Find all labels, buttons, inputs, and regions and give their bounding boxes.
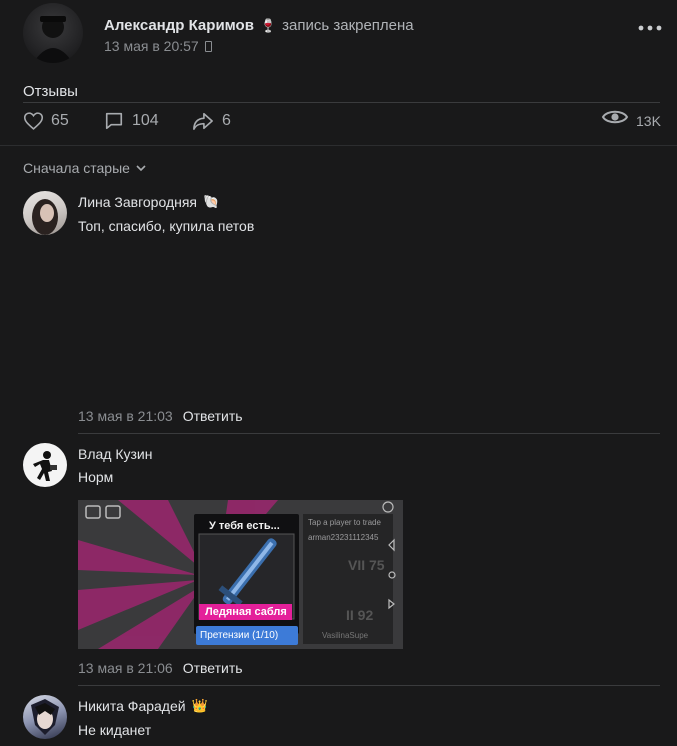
comment-author[interactable]: Влад Кузин (78, 446, 152, 462)
attachment-item-name: Ледяная сабля (205, 606, 287, 618)
reply-button[interactable]: Ответить (183, 660, 243, 676)
post-divider-bottom (0, 145, 677, 146)
comment-divider (78, 685, 660, 686)
comment-author[interactable]: Никита Фарадей (78, 698, 186, 714)
author-emoji: 🐚 (203, 194, 220, 209)
attachment-player2: VasilinaSupe (322, 631, 369, 640)
like-count: 65 (51, 112, 69, 129)
sort-label: Сначала старые (23, 160, 130, 176)
post-text: Отзывы (23, 83, 78, 100)
eye-icon (601, 108, 629, 131)
pinned-label: запись закреплена (282, 17, 414, 34)
comment-text: Не киданет (78, 722, 152, 738)
comment-author[interactable]: Лина Завгородняя (78, 194, 197, 210)
comment-text: Топ, спасибо, купила петов (78, 218, 255, 234)
comment-avatar[interactable] (23, 695, 67, 739)
attachment-player1-level: VII 75 (348, 557, 385, 573)
attachment-player1: arman23231112345 (308, 533, 379, 542)
like-button[interactable]: 65 (23, 110, 69, 132)
more-options-icon[interactable] (637, 20, 663, 31)
comment-date[interactable]: 13 мая в 21:03 (78, 408, 173, 424)
author-emoji: 👑 (191, 698, 208, 713)
sort-dropdown[interactable]: Сначала старые (23, 160, 147, 176)
comment-attachment-image[interactable]: У тебя есть... Ледяная сабля Претензии (… (78, 500, 403, 649)
comment-avatar[interactable] (23, 443, 67, 487)
author-emoji: 🍷 (259, 17, 277, 33)
post-author-name[interactable]: Александр Каримов (104, 17, 254, 34)
post-divider-top (23, 102, 660, 103)
comment-avatar[interactable] (23, 191, 67, 235)
share-icon (193, 112, 213, 130)
comment-text: Норм (78, 469, 114, 485)
heart-icon (23, 112, 44, 130)
reply-button[interactable]: Ответить (183, 408, 243, 424)
post-date[interactable]: 13 мая в 20:57 (104, 38, 199, 54)
comment-icon (105, 112, 123, 130)
attachment-player2-level: II 92 (346, 607, 374, 623)
phone-icon (204, 40, 212, 52)
view-count: 13K (636, 113, 661, 129)
comment-count: 104 (132, 112, 159, 129)
comment-divider (78, 433, 660, 434)
attachment-dialog-title: У тебя есть... (209, 520, 280, 532)
post-author-avatar[interactable] (23, 3, 83, 63)
comment-button[interactable]: 104 (104, 110, 159, 132)
attachment-claim-button: Претензии (1/10) (200, 630, 279, 641)
share-count: 6 (222, 112, 231, 129)
attachment-trade-title: Tap a player to trade (308, 518, 381, 527)
comment-date[interactable]: 13 мая в 21:06 (78, 660, 173, 676)
chevron-down-icon (136, 165, 146, 172)
share-button[interactable]: 6 (192, 110, 231, 132)
